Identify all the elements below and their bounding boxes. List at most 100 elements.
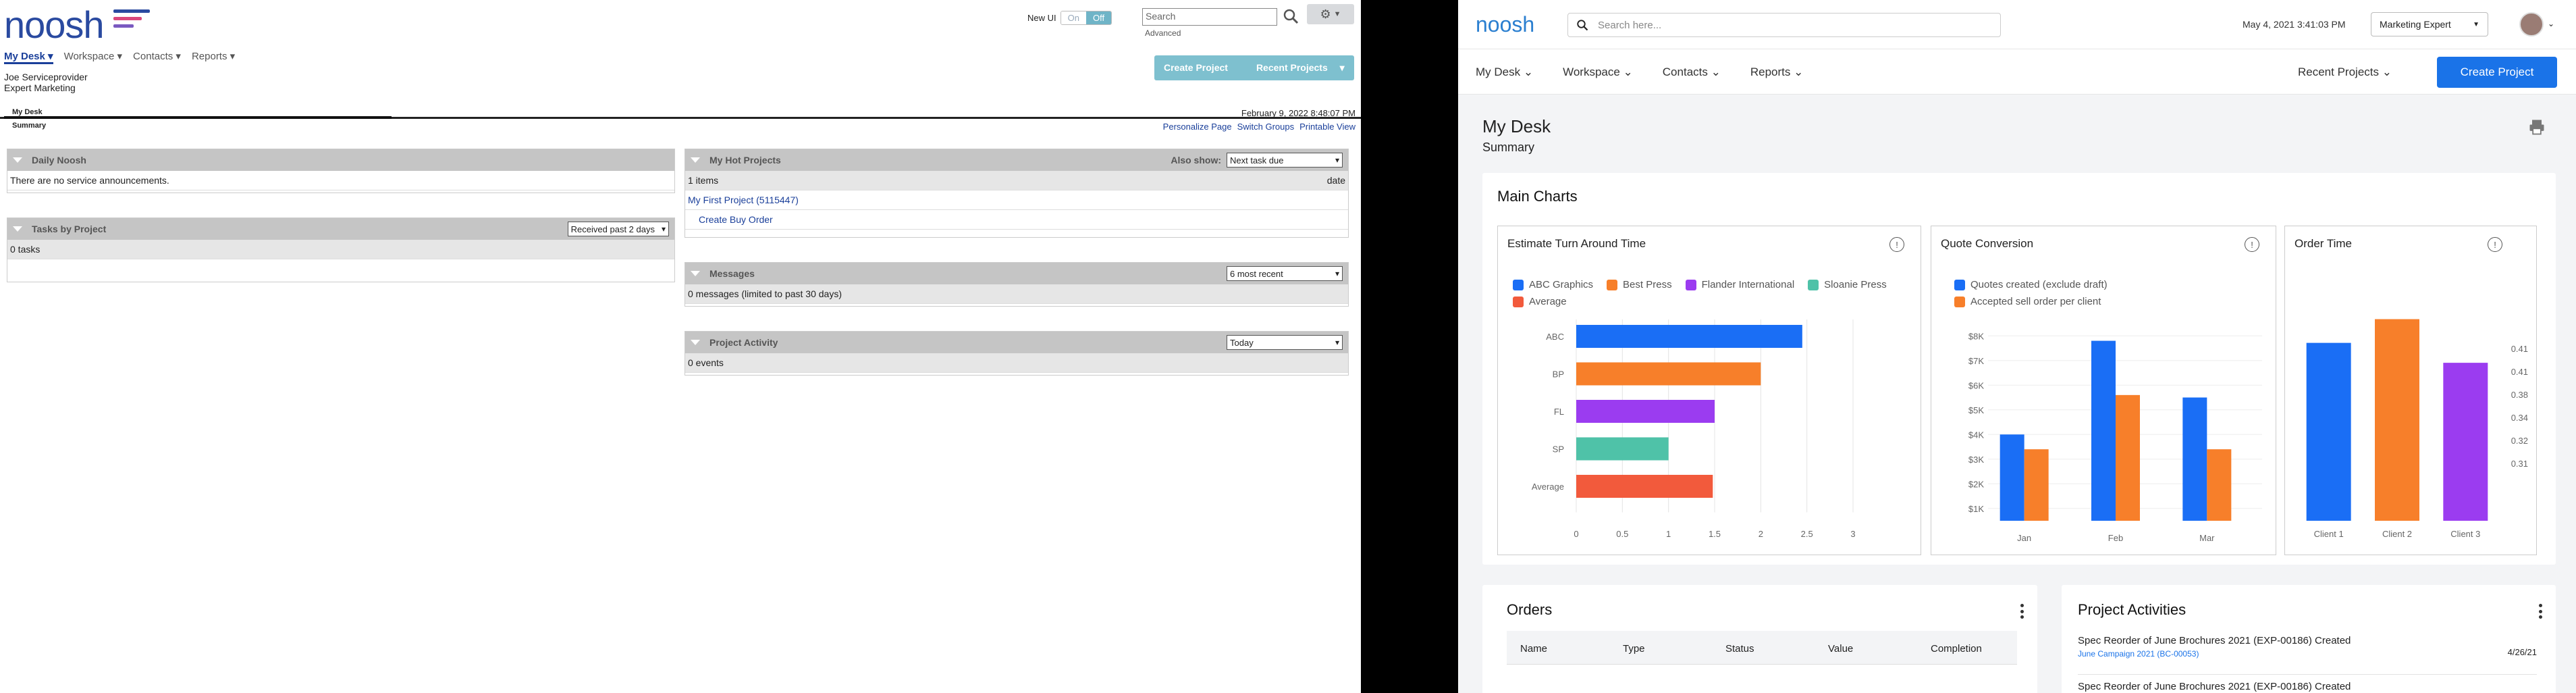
- y-tick-label: SP: [1553, 444, 1564, 455]
- panel-header: Daily Noosh: [7, 149, 674, 171]
- project-link[interactable]: My First Project (5115447): [685, 190, 1348, 210]
- role-select[interactable]: Marketing Expert ▼: [2371, 12, 2488, 36]
- search-icon: [1577, 20, 1588, 31]
- switch-groups-link[interactable]: Switch Groups: [1237, 122, 1295, 132]
- settings-button[interactable]: ⚙ ▼: [1307, 4, 1354, 24]
- x-tick-label: Mar: [2199, 533, 2215, 543]
- printable-view-link[interactable]: Printable View: [1299, 122, 1356, 132]
- recent-projects-dropdown[interactable]: Recent Projects ⌄: [2298, 66, 2392, 79]
- new-ui: noosh Search here... May 4, 2021 3:41:03…: [1458, 0, 2576, 693]
- items-row: 1 items date: [685, 171, 1348, 190]
- y-tick-label: $3K: [1968, 455, 1984, 465]
- daily-noosh-panel: Daily Noosh There are no service announc…: [7, 149, 675, 193]
- y-tick-label: 0.41: [2511, 344, 2528, 354]
- panel-header: Project Activity Today: [685, 332, 1348, 353]
- activity-filter-select[interactable]: Today: [1227, 335, 1343, 350]
- activity-item[interactable]: Spec Reorder of June Brochures 2021 (EXP…: [2078, 681, 2537, 692]
- order-time-chart: 0.41 0.41 0.38 0.34 0.32 0.31 Client 1 Client 2…: [2306, 319, 2528, 539]
- legacy-nav-my-desk[interactable]: My Desk ▾: [4, 50, 53, 64]
- legacy-nav-contacts[interactable]: Contacts ▾: [133, 50, 181, 64]
- tab-underline: [4, 116, 392, 119]
- bar: [2000, 434, 2024, 521]
- search-icon[interactable]: [1283, 8, 1299, 24]
- bar: [2207, 449, 2232, 521]
- activity-item[interactable]: Spec Reorder of June Brochures 2021 (EXP…: [2078, 635, 2537, 659]
- collapse-icon[interactable]: [691, 340, 700, 345]
- create-project-button[interactable]: Create Project: [2437, 57, 2557, 88]
- create-project-button[interactable]: Create Project: [1154, 55, 1237, 80]
- tab-my-desk[interactable]: My Desk: [12, 108, 43, 116]
- x-tick-label: Client 1: [2314, 529, 2344, 539]
- advanced-search-link[interactable]: Advanced: [1145, 28, 1181, 38]
- x-tick-label: Feb: [2108, 533, 2123, 543]
- y-tick-label: $4K: [1968, 430, 1984, 440]
- recent-projects-button[interactable]: Recent Projects ▾: [1237, 55, 1354, 80]
- y-tick-label: $2K: [1968, 479, 1984, 489]
- collapse-icon[interactable]: [691, 271, 700, 276]
- project-activities-card: Project Activities Spec Reorder of June …: [2062, 585, 2556, 693]
- col-name[interactable]: Name: [1520, 643, 1623, 654]
- toggle-on[interactable]: On: [1061, 11, 1086, 24]
- main-charts-card: Main Charts Estimate Turn Around Time ! …: [1482, 173, 2556, 565]
- noosh-logo[interactable]: noosh: [1476, 12, 1534, 37]
- activity-link[interactable]: June Campaign 2021 (BC-00053): [2078, 649, 2537, 659]
- nav-workspace[interactable]: Workspace ⌄: [1563, 66, 1633, 79]
- y-tick-label: 0.34: [2511, 413, 2528, 423]
- collapse-icon[interactable]: [691, 157, 700, 163]
- legacy-logo[interactable]: noosh: [4, 3, 105, 47]
- divider: [2078, 674, 2537, 675]
- legacy-search-input[interactable]: Search: [1142, 8, 1277, 26]
- quote-conversion-chart: $8K $7K $6K $5K $4K $3K $2K $1K Jan Feb Mar: [1968, 331, 2262, 543]
- orders-card: Orders Name Type Status Value Completion: [1482, 585, 2037, 693]
- collapse-icon[interactable]: [13, 226, 22, 232]
- x-tick-label: 0: [1574, 529, 1578, 539]
- y-tick-label: 0.38: [2511, 390, 2528, 400]
- legacy-datetime: February 9, 2022 8:48:07 PM: [1241, 108, 1356, 118]
- bar: [1576, 475, 1713, 498]
- y-tick-label: 0.32: [2511, 436, 2528, 446]
- user-org: Expert Marketing: [4, 82, 76, 93]
- page-title: My Desk: [1482, 116, 1551, 136]
- panel-header: Messages 6 most recent: [685, 263, 1348, 284]
- bar: [2024, 449, 2049, 521]
- legacy-nav-reports[interactable]: Reports ▾: [192, 50, 235, 64]
- also-show-label: Also show:: [1171, 155, 1221, 165]
- new-ui-toggle-group: New UI On Off: [1027, 11, 1112, 25]
- personalize-page-link[interactable]: Personalize Page: [1163, 122, 1232, 132]
- current-datetime: May 4, 2021 3:41:03 PM: [2243, 19, 2346, 30]
- order-time-chart-box: Order Time ! 0.41 0.41 0.38 0.34 0.32 0.31 Cli…: [2284, 226, 2537, 555]
- legacy-nav-workspace[interactable]: Workspace ▾: [64, 50, 122, 64]
- nav-contacts[interactable]: Contacts ⌄: [1663, 66, 1721, 79]
- more-icon[interactable]: [2020, 604, 2024, 619]
- print-icon[interactable]: [2527, 118, 2546, 136]
- subtab-summary[interactable]: Summary: [12, 122, 46, 130]
- col-value[interactable]: Value: [1828, 643, 1931, 654]
- user-info: Joe Serviceprovider Expert Marketing: [4, 72, 88, 93]
- bar: [1576, 437, 1669, 461]
- bar: [2443, 363, 2488, 521]
- page-subtitle: Summary: [1482, 140, 1535, 154]
- turnaround-chart-box: Estimate Turn Around Time ! ABC Graphics…: [1497, 226, 1921, 555]
- avatar[interactable]: [2519, 12, 2544, 36]
- collapse-icon[interactable]: [13, 157, 22, 163]
- col-type[interactable]: Type: [1623, 643, 1725, 654]
- x-tick-label: 1: [1666, 529, 1671, 539]
- more-icon[interactable]: [2538, 604, 2542, 619]
- chevron-down-icon[interactable]: ⌄: [2548, 19, 2554, 28]
- col-completion[interactable]: Completion: [1931, 643, 2033, 654]
- col-status[interactable]: Status: [1725, 643, 1828, 654]
- activity-title: Spec Reorder of June Brochures 2021 (EXP…: [2078, 635, 2351, 646]
- nav-my-desk[interactable]: My Desk ⌄: [1476, 66, 1533, 79]
- create-buy-order-link[interactable]: Create Buy Order: [685, 210, 1348, 230]
- toggle-off[interactable]: Off: [1085, 11, 1112, 24]
- hot-projects-filter-select[interactable]: Next task due: [1227, 153, 1343, 168]
- search-placeholder: Search here...: [1598, 19, 1662, 31]
- nav-reports[interactable]: Reports ⌄: [1750, 66, 1804, 79]
- activity-text: 0 events: [685, 353, 1348, 373]
- new-ui-toggle[interactable]: On Off: [1060, 11, 1112, 25]
- tasks-filter-select[interactable]: Received past 2 days: [567, 222, 669, 236]
- messages-filter-select[interactable]: 6 most recent: [1227, 266, 1343, 281]
- search-input[interactable]: Search here...: [1567, 13, 2001, 37]
- user-name: Joe Serviceprovider: [4, 72, 88, 82]
- bar: [2091, 340, 2116, 521]
